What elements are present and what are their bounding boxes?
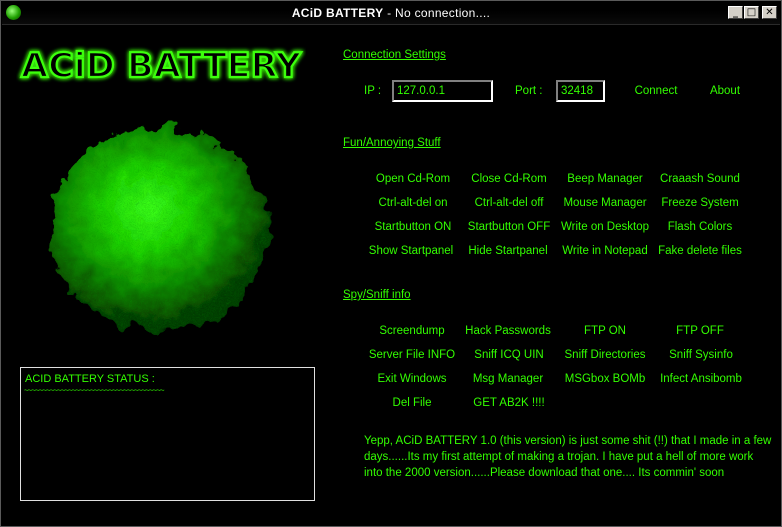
sniff-directories-button[interactable]: Sniff Directories xyxy=(565,349,646,361)
close-icon: ✕ xyxy=(765,7,774,18)
exit-windows-button[interactable]: Exit Windows xyxy=(377,373,446,385)
window-title-sep: - xyxy=(383,6,396,20)
flash-colors-button[interactable]: Flash Colors xyxy=(668,221,733,233)
sniff-sysinfo-button[interactable]: Sniff Sysinfo xyxy=(669,349,733,361)
startbutton-off-button[interactable]: Startbutton OFF xyxy=(468,221,550,233)
main-window: ACiD BATTERY - No connection.... _ □ ✕ A… xyxy=(0,0,782,527)
del-file-button[interactable]: Del File xyxy=(393,397,432,409)
infect-ansibomb-button[interactable]: Infect Ansibomb xyxy=(660,373,742,385)
ip-label: IP : xyxy=(364,85,382,97)
server-file-info-button[interactable]: Server File INFO xyxy=(369,349,455,361)
mouse-manager-button[interactable]: Mouse Manager xyxy=(563,197,646,209)
port-input[interactable] xyxy=(556,80,605,102)
maximize-button[interactable]: □ xyxy=(744,6,759,19)
fun-annoying-heading: Fun/Annoying Stuff xyxy=(343,137,441,149)
hack-passwords-button[interactable]: Hack Passwords xyxy=(465,325,551,337)
connection-settings-heading: Connection Settings xyxy=(343,49,446,61)
craaash-sound-button[interactable]: Craaash Sound xyxy=(660,173,740,185)
status-box: ACID BATTERY STATUS : ~~~~~~~~~~~~~~~~~~… xyxy=(20,367,315,501)
status-title: ACID BATTERY STATUS : xyxy=(25,373,155,385)
msgbox-bomb-button[interactable]: MSGbox BOMb xyxy=(565,373,646,385)
ip-input[interactable] xyxy=(392,80,493,102)
title-bar[interactable]: ACiD BATTERY - No connection.... _ □ ✕ xyxy=(2,2,780,25)
info-text: Yepp, ACiD BATTERY 1.0 (this version) is… xyxy=(364,435,772,479)
msg-manager-button[interactable]: Msg Manager xyxy=(473,373,543,385)
logo-text: ACiD BATTERY xyxy=(21,46,301,86)
startbutton-on-button[interactable]: Startbutton ON xyxy=(375,221,452,233)
window-title-app: ACiD BATTERY xyxy=(291,6,384,20)
hide-startpanel-button[interactable]: Hide Startpanel xyxy=(468,245,547,257)
close-button[interactable]: ✕ xyxy=(762,6,777,19)
close-cdrom-button[interactable]: Close Cd-Rom xyxy=(471,173,546,185)
beep-manager-button[interactable]: Beep Manager xyxy=(567,173,642,185)
spy-sniff-heading: Spy/Sniff info xyxy=(343,289,411,301)
window-title: ACiD BATTERY - No connection.... xyxy=(2,6,780,20)
open-cdrom-button[interactable]: Open Cd-Rom xyxy=(376,173,450,185)
write-in-notepad-button[interactable]: Write in Notepad xyxy=(562,245,647,257)
maximize-icon: □ xyxy=(746,7,757,18)
screendump-button[interactable]: Screendump xyxy=(379,325,444,337)
minimize-icon: _ xyxy=(733,7,738,18)
ftp-off-button[interactable]: FTP OFF xyxy=(676,325,724,337)
ctrl-alt-del-off-button[interactable]: Ctrl-alt-del off xyxy=(475,197,544,209)
status-wave: ~~~~~~~~~~~~~~~~~~~~~~~~~~~~~~~~~~~~~~ xyxy=(24,386,165,395)
window-title-status: No connection.... xyxy=(395,6,491,20)
acid-blob-image xyxy=(49,127,269,331)
about-button[interactable]: About xyxy=(710,85,740,97)
fake-delete-files-button[interactable]: Fake delete files xyxy=(658,245,742,257)
show-startpanel-button[interactable]: Show Startpanel xyxy=(369,245,453,257)
ctrl-alt-del-on-button[interactable]: Ctrl-alt-del on xyxy=(378,197,447,209)
sniff-icq-uin-button[interactable]: Sniff ICQ UIN xyxy=(474,349,543,361)
freeze-system-button[interactable]: Freeze System xyxy=(661,197,738,209)
acid-battery-logo: ACiD BATTERY xyxy=(20,45,303,87)
write-on-desktop-button[interactable]: Write on Desktop xyxy=(561,221,649,233)
port-label: Port : xyxy=(515,85,543,97)
connect-button[interactable]: Connect xyxy=(635,85,678,97)
get-ab2k-button[interactable]: GET AB2K !!!! xyxy=(473,397,544,409)
minimize-button[interactable]: _ xyxy=(728,6,743,19)
ftp-on-button[interactable]: FTP ON xyxy=(584,325,626,337)
